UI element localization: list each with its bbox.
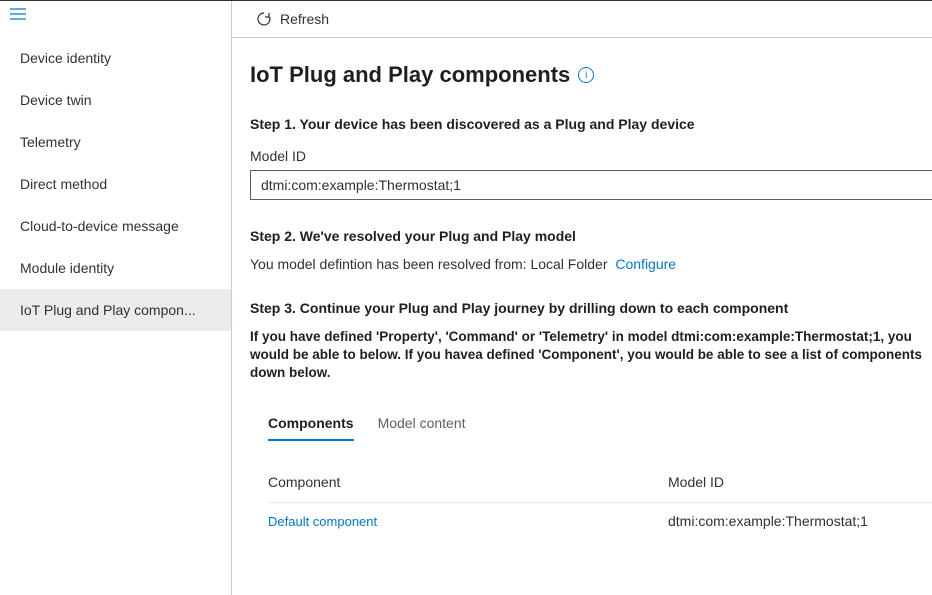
- step-3-heading: Step 3. Continue your Plug and Play jour…: [250, 300, 932, 316]
- sidebar-item-label: Direct method: [20, 176, 107, 192]
- step-2-body-text: You model defintion has been resolved fr…: [250, 256, 607, 272]
- table-header-row: Component Model ID: [268, 464, 932, 503]
- step-3-body: If you have defined 'Property', 'Command…: [250, 328, 932, 383]
- header-modelid: Model ID: [668, 474, 932, 490]
- toolbar: Refresh: [232, 1, 932, 38]
- main-panel: Refresh IoT Plug and Play components i S…: [232, 1, 932, 595]
- page-title: IoT Plug and Play components: [250, 62, 570, 88]
- sidebar-item-label: Telemetry: [20, 134, 81, 150]
- refresh-button[interactable]: Refresh: [256, 11, 329, 27]
- sidebar-item-label: Device identity: [20, 50, 111, 66]
- sidebar-item-label: IoT Plug and Play compon...: [20, 302, 196, 318]
- tab-label: Components: [268, 415, 354, 431]
- tabs: Components Model content: [268, 407, 932, 442]
- step-2-heading: Step 2. We've resolved your Plug and Pla…: [250, 228, 932, 244]
- step-2: Step 2. We've resolved your Plug and Pla…: [250, 228, 932, 272]
- step-3: Step 3. Continue your Plug and Play jour…: [250, 300, 932, 539]
- sidebar-item-device-twin[interactable]: Device twin: [0, 79, 231, 121]
- model-id-input[interactable]: [250, 170, 932, 200]
- sidebar-column: Device identity Device twin Telemetry Di…: [0, 1, 232, 595]
- sidebar-item-module-identity[interactable]: Module identity: [0, 247, 231, 289]
- step-2-body: You model defintion has been resolved fr…: [250, 256, 932, 272]
- sidebar-item-device-identity[interactable]: Device identity: [0, 37, 231, 79]
- sidebar-item-iot-pnp-components[interactable]: IoT Plug and Play compon...: [0, 289, 231, 331]
- component-link[interactable]: Default component: [268, 514, 377, 529]
- sidebar-nav: Device identity Device twin Telemetry Di…: [0, 37, 231, 331]
- sidebar-item-label: Module identity: [20, 260, 114, 276]
- info-icon[interactable]: i: [578, 67, 594, 83]
- components-table: Component Model ID Default component dtm…: [268, 464, 932, 539]
- step-1-heading: Step 1. Your device has been discovered …: [250, 116, 932, 132]
- configure-link[interactable]: Configure: [615, 256, 676, 272]
- tab-components[interactable]: Components: [268, 407, 354, 441]
- table-row: Default component dtmi:com:example:Therm…: [268, 503, 932, 539]
- refresh-label: Refresh: [280, 11, 329, 27]
- step-1: Step 1. Your device has been discovered …: [250, 116, 932, 200]
- hamburger-menu-icon[interactable]: [0, 1, 231, 29]
- page-title-row: IoT Plug and Play components i: [250, 62, 932, 88]
- refresh-icon: [256, 11, 272, 27]
- header-component: Component: [268, 474, 668, 490]
- modelid-cell: dtmi:com:example:Thermostat;1: [668, 513, 868, 529]
- content-area: IoT Plug and Play components i Step 1. Y…: [232, 38, 932, 595]
- sidebar-item-label: Cloud-to-device message: [20, 218, 179, 234]
- sidebar-item-telemetry[interactable]: Telemetry: [0, 121, 231, 163]
- model-id-label: Model ID: [250, 148, 932, 164]
- tab-model-content[interactable]: Model content: [378, 407, 466, 441]
- tab-label: Model content: [378, 415, 466, 431]
- sidebar-item-direct-method[interactable]: Direct method: [0, 163, 231, 205]
- sidebar-item-label: Device twin: [20, 92, 92, 108]
- sidebar-item-cloud-to-device[interactable]: Cloud-to-device message: [0, 205, 231, 247]
